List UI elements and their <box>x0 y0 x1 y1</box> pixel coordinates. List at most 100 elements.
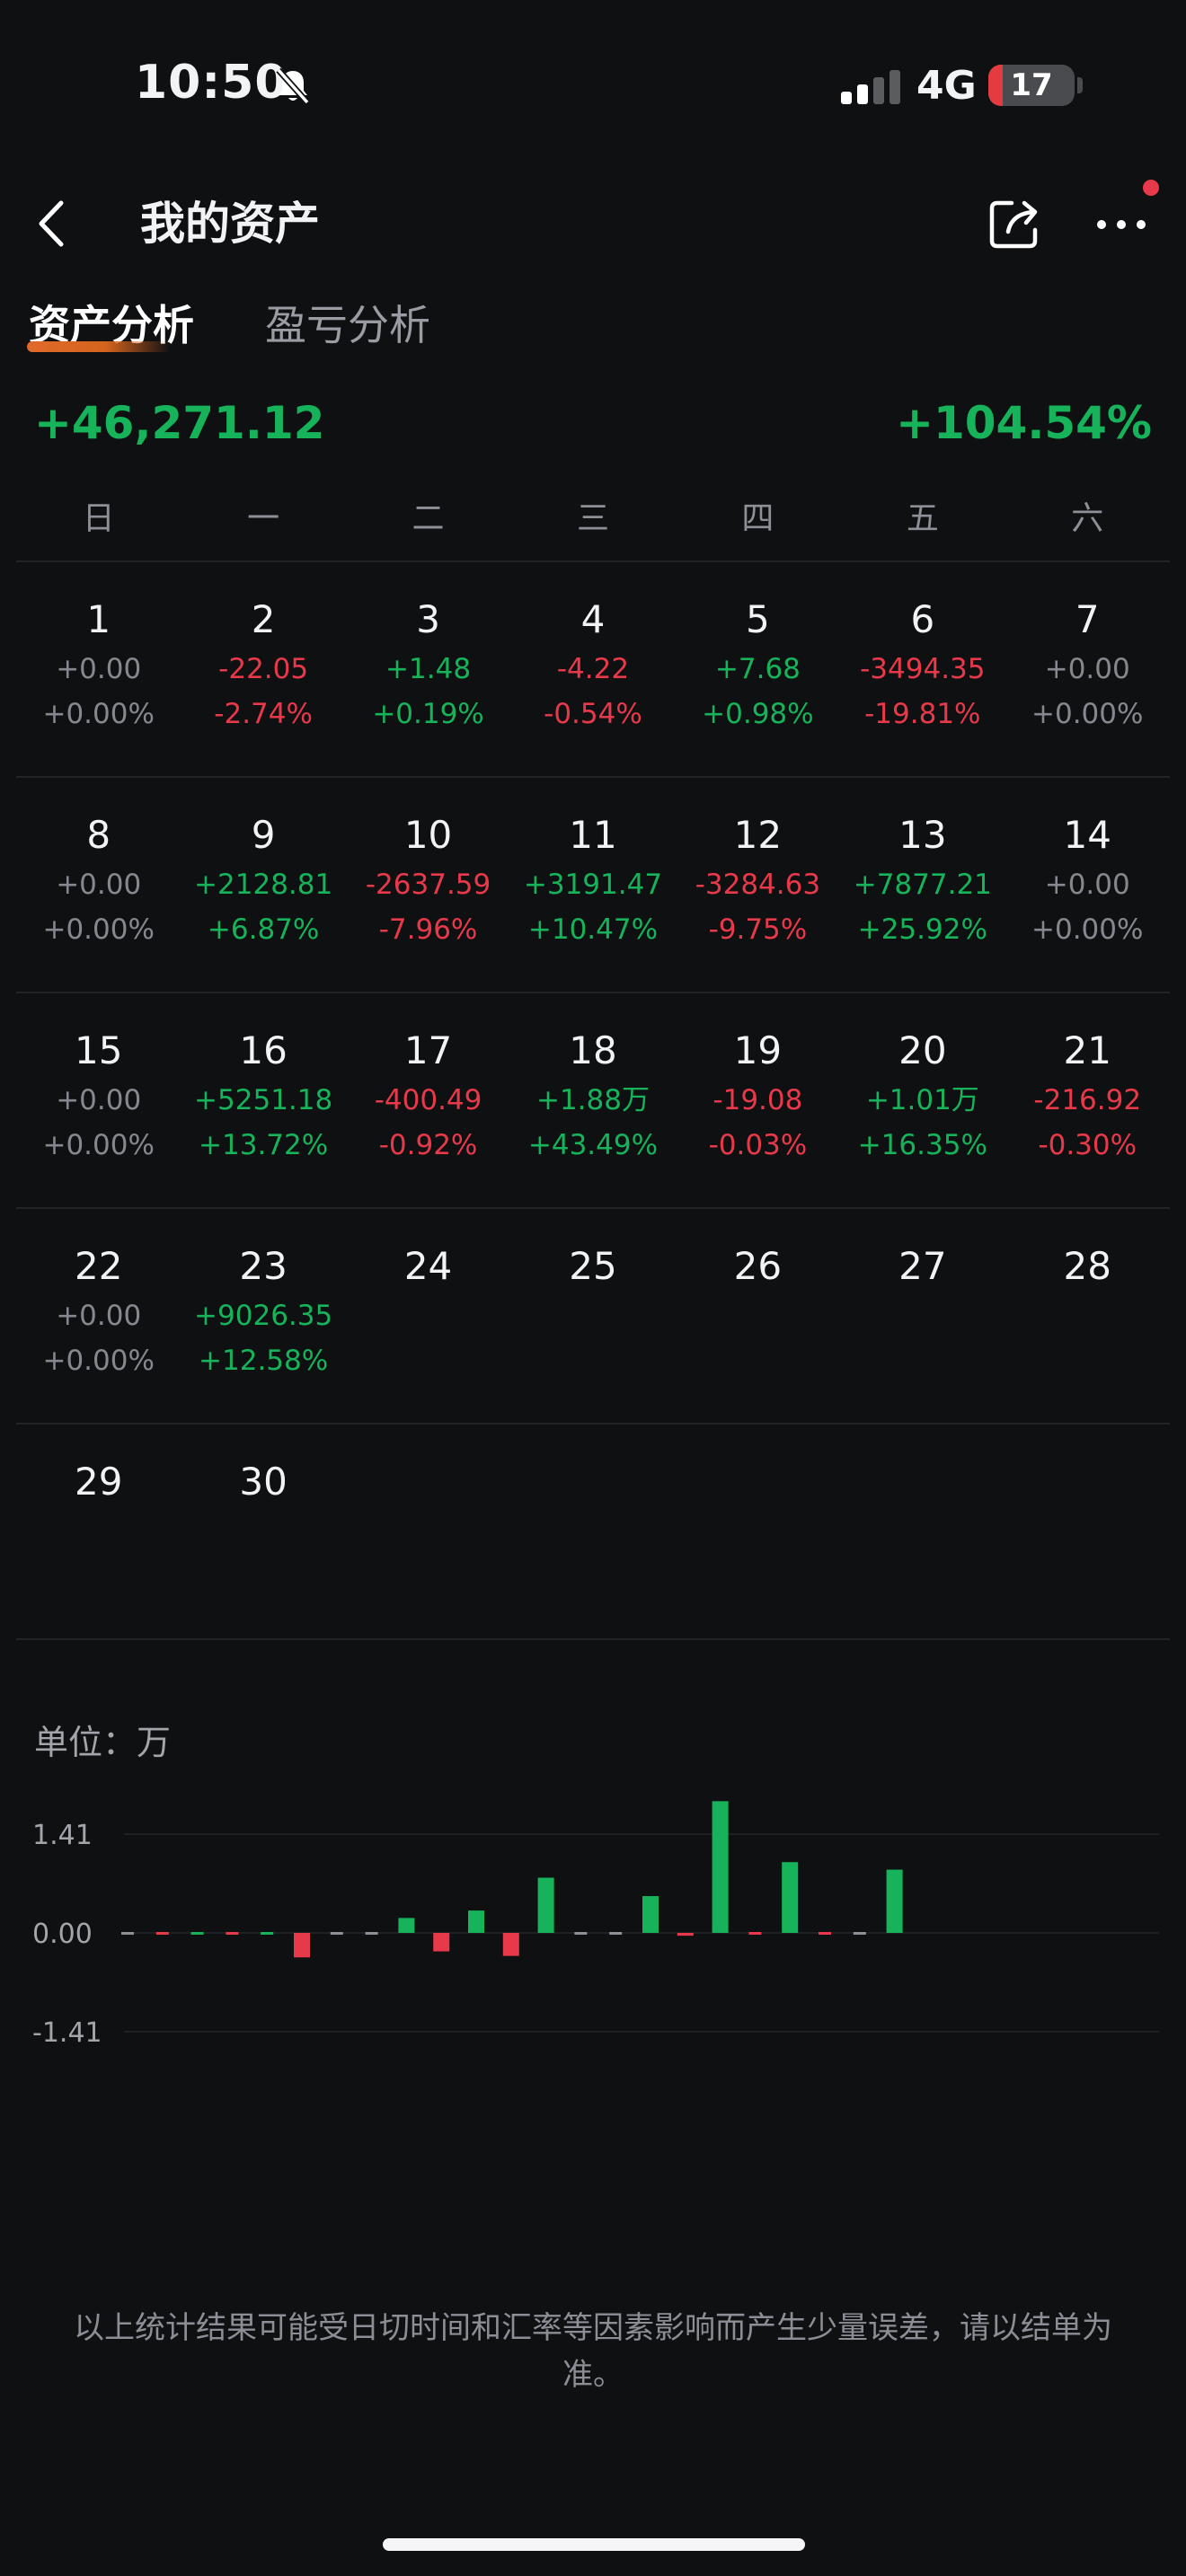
active-tab-indicator <box>27 341 171 352</box>
calendar-day-cell[interactable]: 23 +9026.35 +12.58% <box>181 1209 345 1423</box>
calendar-day-cell[interactable]: 2 -22.05 -2.74% <box>181 562 345 776</box>
calendar-day-cell <box>510 1425 675 1638</box>
calendar-day-cell[interactable]: 6 -3494.35 -19.81% <box>840 562 1005 776</box>
more-icon[interactable] <box>1093 183 1152 264</box>
day-pnl-amount: +0.00 <box>1044 653 1130 685</box>
day-pnl-amount: -4.22 <box>556 653 630 685</box>
pnl-bar-day-9[interactable] <box>398 1918 415 1933</box>
pnl-bar-day-16[interactable] <box>642 1896 659 1933</box>
status-bar: 10:50 4G 17 <box>0 0 1186 171</box>
day-number: 30 <box>239 1460 288 1504</box>
pnl-bar-day-15[interactable] <box>609 1932 623 1935</box>
pnl-bar-day-23[interactable] <box>886 1869 903 1933</box>
back-icon[interactable] <box>27 183 77 264</box>
day-pnl-amount: +3191.47 <box>523 869 663 901</box>
calendar-day-cell[interactable]: 12 -3284.63 -9.75% <box>676 778 840 992</box>
calendar-day-cell[interactable]: 24 <box>346 1209 510 1423</box>
day-pnl-percent <box>181 1554 345 1599</box>
calendar-day-cell[interactable]: 26 <box>676 1209 840 1423</box>
calendar-day-cell[interactable]: 30 <box>181 1425 345 1638</box>
pnl-bar-day-13[interactable] <box>537 1877 554 1933</box>
day-pnl-amount: +7.68 <box>714 653 801 685</box>
calendar-day-cell[interactable]: 16 +5251.18 +13.72% <box>181 993 345 1207</box>
pnl-bar-day-22[interactable] <box>853 1932 866 1935</box>
pnl-bar-day-21[interactable] <box>819 1932 831 1935</box>
pnl-bar-day-12[interactable] <box>502 1933 519 1956</box>
pnl-bar-day-4[interactable] <box>226 1932 239 1935</box>
calendar-day-cell[interactable]: 10 -2637.59 -7.96% <box>346 778 510 992</box>
day-number: 18 <box>569 1028 617 1072</box>
day-pnl-amount <box>840 1293 1005 1338</box>
calendar-day-cell[interactable]: 11 +3191.47 +10.47% <box>510 778 675 992</box>
page-title: 我的资产 <box>140 198 320 250</box>
day-pnl-percent <box>676 1554 840 1599</box>
calendar-day-cell[interactable]: 19 -19.08 -0.03% <box>676 993 840 1207</box>
pnl-bar-day-20[interactable] <box>782 1862 799 1933</box>
calendar-day-cell[interactable]: 20 +1.01万 +16.35% <box>840 993 1005 1207</box>
battery-level: 17 <box>1010 67 1053 103</box>
calendar-day-cell[interactable]: 17 -400.49 -0.92% <box>346 993 510 1207</box>
pnl-calendar: 日 一 二 三 四 五 六 1 +0.00 +0.00% 2 -22.05 -2.74% 3… <box>16 485 1170 1640</box>
pnl-bar-day-17[interactable] <box>677 1933 694 1936</box>
pnl-bar-day-18[interactable] <box>712 1801 729 1933</box>
day-pnl-percent: +10.47% <box>527 913 659 946</box>
calendar-day-cell[interactable]: 22 +0.00 +0.00% <box>16 1209 181 1423</box>
calendar-day-cell[interactable]: 27 <box>840 1209 1005 1423</box>
day-number <box>1005 1455 1170 1509</box>
pnl-bar-day-1[interactable] <box>121 1932 134 1935</box>
calendar-day-cell[interactable]: 21 -216.92 -0.30% <box>1005 993 1170 1207</box>
tab-pnl-analysis[interactable]: 盈亏分析 <box>265 289 430 361</box>
calendar-day-cell[interactable]: 14 +0.00 +0.00% <box>1005 778 1170 992</box>
calendar-day-cell[interactable]: 8 +0.00 +0.00% <box>16 778 181 992</box>
calendar-day-cell[interactable]: 3 +1.48 +0.19% <box>346 562 510 776</box>
pnl-bar-day-3[interactable] <box>190 1932 204 1935</box>
pnl-bar-day-5[interactable] <box>261 1932 274 1935</box>
calendar-day-cell[interactable]: 13 +7877.21 +25.92% <box>840 778 1005 992</box>
calendar-day-cell[interactable]: 29 <box>16 1425 181 1638</box>
calendar-day-cell[interactable]: 28 <box>1005 1209 1170 1423</box>
calendar-day-cell[interactable]: 7 +0.00 +0.00% <box>1005 562 1170 776</box>
day-number: 3 <box>416 597 440 641</box>
weekday-label: 六 <box>1071 500 1104 537</box>
calendar-day-cell[interactable]: 5 +7.68 +0.98% <box>676 562 840 776</box>
y-tick-label: -1.41 <box>32 2017 102 2049</box>
pnl-bar-day-2[interactable] <box>155 1932 169 1935</box>
day-pnl-percent <box>840 1338 1005 1383</box>
day-pnl-amount: +0.00 <box>56 653 142 685</box>
pnl-bar-day-8[interactable] <box>365 1932 378 1935</box>
home-indicator[interactable] <box>383 2538 805 2551</box>
day-number: 28 <box>1063 1244 1111 1288</box>
day-pnl-percent: +0.00% <box>42 913 155 946</box>
day-number: 2 <box>251 597 276 641</box>
pnl-bar-day-19[interactable] <box>748 1932 762 1935</box>
calendar-day-cell[interactable]: 4 -4.22 -0.54% <box>510 562 675 776</box>
calendar-day-cell[interactable]: 15 +0.00 +0.00% <box>16 993 181 1207</box>
calendar-day-cell[interactable]: 9 +2128.81 +6.87% <box>181 778 345 992</box>
day-pnl-amount: +0.00 <box>56 869 142 901</box>
day-pnl-amount: +1.01万 <box>865 1084 979 1116</box>
network-label: 4G <box>916 63 977 109</box>
weekday-header: 日 一 二 三 四 五 六 <box>16 485 1170 562</box>
day-number: 16 <box>239 1028 288 1072</box>
day-number: 29 <box>74 1460 123 1504</box>
day-pnl-percent: -19.81% <box>864 698 981 730</box>
pnl-bar-day-11[interactable] <box>468 1910 484 1933</box>
pnl-bar-day-6[interactable] <box>294 1933 310 1958</box>
battery-cap <box>1077 77 1083 93</box>
share-icon[interactable] <box>985 183 1044 264</box>
day-pnl-percent: -0.03% <box>708 1129 808 1161</box>
calendar-day-cell[interactable]: 25 <box>510 1209 675 1423</box>
day-number: 1 <box>86 597 111 641</box>
pnl-bar-day-10[interactable] <box>433 1933 450 1952</box>
day-number: 21 <box>1063 1028 1111 1072</box>
day-number: 25 <box>569 1244 617 1288</box>
day-pnl-percent: -2.74% <box>214 698 313 730</box>
calendar-day-cell[interactable]: 18 +1.88万 +43.49% <box>510 993 675 1207</box>
calendar-day-cell[interactable]: 1 +0.00 +0.00% <box>16 562 181 776</box>
analysis-tabs: 资产分析 盈亏分析 <box>0 289 1186 361</box>
day-pnl-percent: +0.19% <box>372 698 484 730</box>
pnl-bar-day-7[interactable] <box>330 1932 343 1935</box>
day-number: 13 <box>898 813 947 857</box>
pnl-bar-day-14[interactable] <box>574 1932 588 1935</box>
day-pnl-percent <box>510 1338 675 1383</box>
